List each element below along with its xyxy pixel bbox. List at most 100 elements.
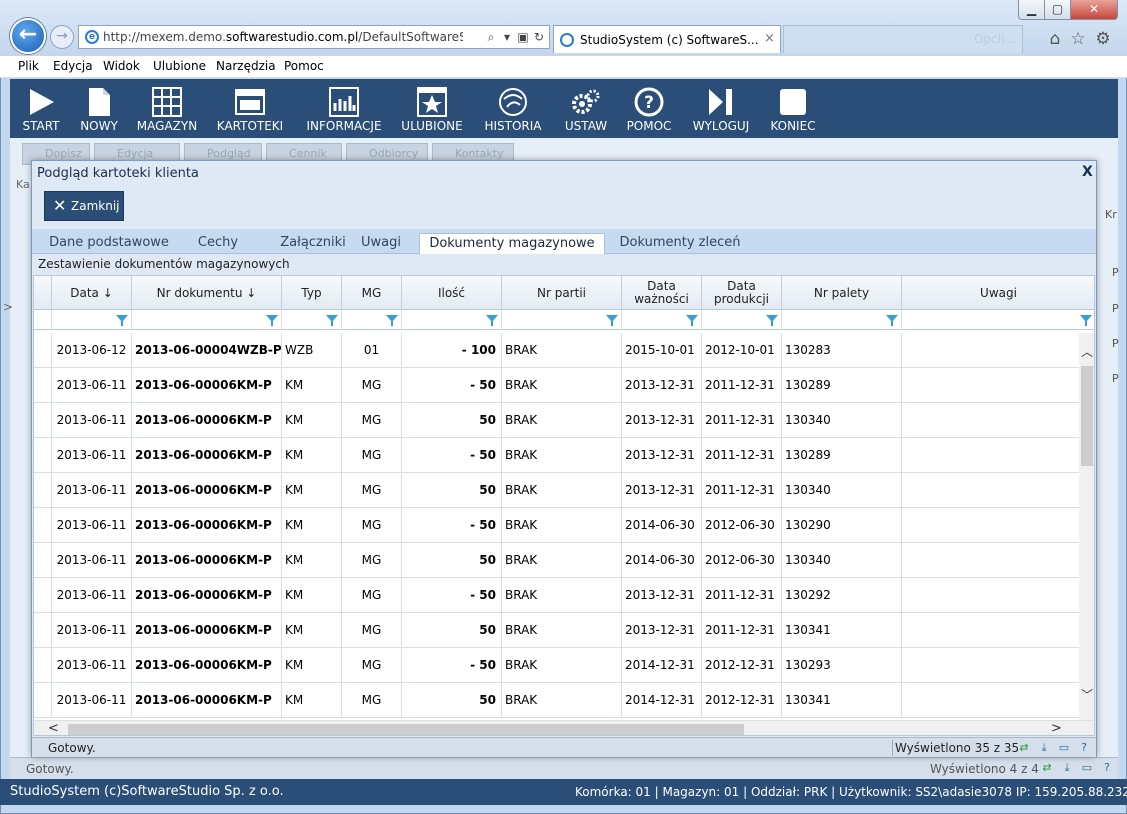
filter-cell-date[interactable] — [52, 310, 132, 330]
window-close-button[interactable]: ✕ — [1070, 0, 1118, 20]
filter-funnel-icon[interactable] — [686, 315, 698, 326]
column-header-production-date[interactable]: Data produkcji — [702, 276, 782, 310]
horizontal-scroll-thumb[interactable] — [68, 724, 744, 735]
toolbar-ulubione-button[interactable]: ULUBIONE — [398, 79, 466, 138]
column-header-quantity[interactable]: Ilość — [402, 276, 502, 310]
tab-zalaczniki[interactable]: Załączniki — [258, 233, 368, 254]
minimize-button[interactable]: ▁ — [1018, 0, 1045, 20]
table-row[interactable]: 2013-06-11 2013-06-00006KM-P KM MG 50 BRAK 201… — [34, 613, 1079, 648]
dialog-close-icon[interactable]: X — [1082, 164, 1093, 180]
tab-close-icon[interactable]: × — [764, 31, 775, 46]
scroll-left-icon[interactable]: < — [48, 721, 59, 735]
address-url[interactable]: http://mexem.demo.softwarestudio.com.pl/… — [103, 30, 463, 44]
menu-pomoc[interactable]: Pomoc — [284, 59, 324, 73]
table-row[interactable]: 2013-06-11 2013-06-00006KM-P KM MG 50 BRAK 201… — [34, 473, 1079, 508]
tab-dane-podstawowe[interactable]: Dane podstawowe — [38, 233, 180, 254]
filter-funnel-icon[interactable] — [486, 315, 498, 326]
scroll-down-icon[interactable]: ﹀ — [1079, 686, 1094, 702]
filter-funnel-icon[interactable] — [606, 315, 618, 326]
table-row[interactable]: 2013-06-11 2013-06-00006KM-P KM MG - 50 BRAK 2… — [34, 438, 1079, 473]
table-row[interactable]: 2013-06-11 2013-06-00006KM-P KM MG 50 BRAK 201… — [34, 543, 1079, 578]
maximize-button[interactable]: ▢ — [1044, 0, 1071, 20]
filter-funnel-icon[interactable] — [116, 315, 128, 326]
filter-cell-notes[interactable] — [902, 310, 1094, 330]
tab-cechy[interactable]: Cechy — [186, 233, 250, 254]
column-header-batch[interactable]: Nr partii — [502, 276, 622, 310]
table-row[interactable]: 2013-06-11 2013-06-00006KM-P KM MG 50 BRAK 201… — [34, 403, 1079, 438]
print-icon[interactable]: ▭ — [1080, 761, 1094, 775]
refresh-icon[interactable]: ⇄ — [1017, 741, 1031, 755]
scroll-right-icon[interactable]: > — [1051, 721, 1062, 735]
table-row[interactable]: 2013-06-11 2013-06-00006KM-P KM MG - 50 BRAK 2… — [34, 648, 1079, 683]
menu-narzedzia[interactable]: Narzędzia — [216, 59, 276, 73]
scroll-up-icon[interactable]: ︿ — [1079, 343, 1094, 359]
filter-cell-batch[interactable] — [502, 310, 622, 330]
toolbar-informacje-button[interactable]: INFORMACJE — [304, 79, 384, 138]
filter-cell-production-date[interactable] — [702, 310, 782, 330]
tab-dokumenty-zlecen[interactable]: Dokumenty zleceń — [612, 233, 748, 254]
refresh-icon[interactable]: ⇄ — [1040, 761, 1054, 775]
column-header-pallet[interactable]: Nr palety — [782, 276, 902, 310]
table-row[interactable]: 2013-06-11 2013-06-00006KM-P KM MG - 50 BRAK 2… — [34, 508, 1079, 543]
column-header-doc-number[interactable]: Nr dokumentu ↓ — [132, 276, 282, 310]
toolbar-koniec-button[interactable]: KONIEC — [764, 79, 822, 138]
address-bar[interactable]: e http://mexem.demo.softwarestudio.com.p… — [78, 25, 550, 49]
toolbar-pomoc-button[interactable]: ? POMOC — [622, 79, 676, 138]
table-row[interactable]: 2013-06-11 2013-06-00006KM-P KM MG 50 BRAK 201… — [34, 683, 1079, 718]
browser-tab-active[interactable]: StudioSystem (c) SoftwareS... × — [553, 25, 781, 53]
dropdown-arrow-icon[interactable]: ▾ — [499, 29, 515, 45]
browser-tab-new[interactable]: Opcli... — [783, 25, 1023, 53]
horizontal-scrollbar[interactable]: < > — [34, 720, 1094, 735]
toolbar-historia-button[interactable]: HISTORIA — [478, 79, 548, 138]
column-header-type[interactable]: Typ — [282, 276, 342, 310]
favorites-star-icon[interactable]: ☆ — [1067, 28, 1089, 50]
menu-widok[interactable]: Widok — [103, 59, 140, 73]
tab-uwagi[interactable]: Uwagi — [354, 233, 408, 254]
column-header-mg[interactable]: MG — [342, 276, 402, 310]
filter-funnel-icon[interactable] — [266, 315, 278, 326]
filter-cell-quantity[interactable] — [402, 310, 502, 330]
toolbar-ustaw-button[interactable]: USTAW — [558, 79, 614, 138]
help-icon[interactable]: ? — [1077, 741, 1091, 755]
toolbar-magazyn-button[interactable]: MAGAZYN — [134, 79, 200, 138]
refresh-icon[interactable]: ↻ — [531, 29, 547, 45]
export-icon[interactable]: ⤓ — [1037, 741, 1051, 755]
filter-cell-type[interactable] — [282, 310, 342, 330]
print-icon[interactable]: ▭ — [1057, 741, 1071, 755]
table-row[interactable]: 2013-06-11 2013-06-00006KM-P KM MG - 50 BRAK 2… — [34, 578, 1079, 613]
column-header-date[interactable]: Data ↓ — [52, 276, 132, 310]
menu-plik[interactable]: Plik — [18, 59, 39, 73]
filter-funnel-icon[interactable] — [386, 315, 398, 326]
home-icon[interactable]: ⌂ — [1044, 28, 1066, 50]
filter-funnel-icon[interactable] — [1080, 315, 1092, 326]
menu-ulubione[interactable]: Ulubione — [153, 59, 206, 73]
table-row[interactable]: 2013-06-12 2013-06-00004WZB-P WZB 01- 100 BR… — [34, 333, 1079, 368]
search-icon[interactable]: ⌕ — [483, 29, 499, 45]
compatibility-icon[interactable]: ▣ — [515, 29, 531, 45]
filter-cell-pallet[interactable] — [782, 310, 902, 330]
forward-arrow-icon[interactable]: → — [50, 25, 74, 49]
toolbar-wyloguj-button[interactable]: WYLOGUJ — [688, 79, 754, 138]
help-icon[interactable]: ? — [1100, 761, 1114, 775]
toolbar-kartoteki-button[interactable]: KARTOTEKI — [212, 79, 288, 138]
expand-arrow-icon[interactable]: > — [3, 300, 13, 314]
toolbar-new-button[interactable]: NOWY — [74, 79, 124, 138]
filter-funnel-icon[interactable] — [326, 315, 338, 326]
filter-funnel-icon[interactable] — [886, 315, 898, 326]
table-row[interactable]: 2013-06-11 2013-06-00006KM-P KM MG - 50 BRAK 2… — [34, 368, 1079, 403]
vertical-scroll-thumb[interactable] — [1081, 366, 1093, 466]
filter-cell-doc-number[interactable] — [132, 310, 282, 330]
toolbar-start-button[interactable]: START — [14, 79, 68, 138]
close-dialog-button[interactable]: ✕ Zamknij — [44, 191, 124, 221]
filter-cell-expiry-date[interactable] — [622, 310, 702, 330]
export-icon[interactable]: ⤓ — [1060, 761, 1074, 775]
column-header-notes[interactable]: Uwagi — [902, 276, 1094, 310]
column-header-expiry-date[interactable]: Data ważności — [622, 276, 702, 310]
filter-funnel-icon[interactable] — [766, 315, 778, 326]
tools-gear-icon[interactable]: ⚙ — [1092, 28, 1114, 50]
tab-dokumenty-magazynowe[interactable]: Dokumenty magazynowe — [419, 233, 605, 254]
back-arrow-icon[interactable]: ← — [10, 18, 46, 54]
filter-cell-mg[interactable] — [342, 310, 402, 330]
vertical-scrollbar[interactable]: ︿ ﹀ — [1079, 333, 1094, 723]
menu-edycja[interactable]: Edycja — [53, 59, 93, 73]
